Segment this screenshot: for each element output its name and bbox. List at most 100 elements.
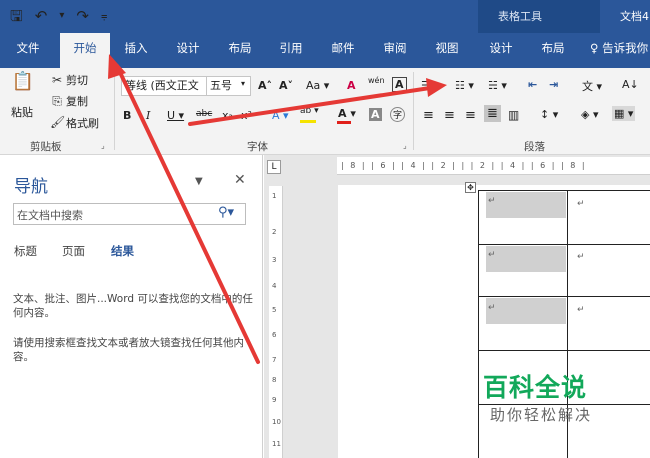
tab-layout[interactable]: 布局 [218, 33, 262, 68]
clipboard-group-label: 剪贴板 [30, 141, 62, 153]
format-painter-icon: 🖌 [50, 115, 66, 129]
phonetic-guide-button[interactable]: wén [368, 76, 385, 85]
paragraph-mark: ↵ [488, 303, 496, 313]
char-shading-button[interactable]: A [369, 108, 382, 121]
save-icon[interactable]: 🖫 [10, 6, 23, 26]
tab-references[interactable]: 引用 [269, 33, 313, 68]
font-name-combo[interactable]: 等线 (西文正文 [121, 76, 207, 96]
font-color-button[interactable]: A ▾ [338, 107, 356, 120]
paragraph-mark: ↵ [577, 199, 585, 209]
tab-headings[interactable]: 标题 [14, 243, 37, 259]
clipboard-launcher-icon[interactable]: ⌟ [101, 141, 105, 150]
vruler-number: 3 [272, 256, 277, 264]
enclose-char-button[interactable]: 字 [390, 107, 406, 122]
char-border-button[interactable]: A [392, 77, 407, 92]
vruler-number: 9 [272, 396, 277, 404]
shading-button[interactable]: ◈ ▾ [581, 108, 598, 121]
vruler-number: 11 [272, 440, 281, 448]
tab-mailings[interactable]: 邮件 [321, 33, 365, 68]
tab-table-design[interactable]: 设计 [479, 33, 523, 68]
increase-indent-button[interactable]: ⇥ [549, 78, 558, 91]
search-icon[interactable]: ⚲▾ [218, 205, 234, 220]
paragraph-mark: ↵ [577, 252, 585, 262]
undo-icon[interactable]: ↶ [35, 6, 48, 26]
vruler-number: 1 [272, 192, 277, 200]
tab-review[interactable]: 审阅 [373, 33, 417, 68]
distributed-button[interactable]: ▥ [508, 108, 519, 122]
vruler-number: 2 [272, 228, 277, 236]
font-color-bar [337, 121, 351, 124]
font-launcher-icon[interactable]: ⌟ [403, 141, 407, 150]
table-move-handle[interactable]: ✥ [465, 182, 476, 193]
watermark-subtitle: 助你轻松解决 [490, 406, 593, 424]
tab-results[interactable]: 结果 [111, 243, 134, 259]
line-spacing-button[interactable]: ↕ ▾ [540, 108, 558, 121]
paragraph-mark: ↵ [488, 196, 496, 206]
align-right-button[interactable]: ≡ [465, 108, 476, 123]
copy-button[interactable]: 复制 [66, 93, 88, 109]
format-painter-button[interactable]: 格式刷 [66, 115, 99, 131]
paste-icon[interactable]: 📋 [10, 73, 36, 96]
nav-help-text-2: 请使用搜索框查找文本或者放大镜查找任何其他内容。 [13, 337, 244, 363]
font-size-dropdown-icon[interactable]: ▾ [241, 79, 245, 88]
paste-button[interactable]: 粘贴 [11, 104, 33, 120]
nav-help-text-1: 文本、批注、图片...Word 可以查找您的文档中的任何内容。 [13, 293, 253, 319]
tab-selector[interactable]: L [267, 160, 281, 174]
text-effects-button[interactable]: A ▾ [272, 109, 289, 122]
nav-pane-title: 导航 [14, 177, 48, 197]
clear-format-button[interactable]: A [347, 79, 356, 92]
justify-button[interactable]: ≣ [484, 105, 501, 122]
table-border [478, 296, 650, 297]
borders-button[interactable]: ▦ ▾ [612, 106, 636, 121]
tab-pages[interactable]: 页面 [62, 243, 85, 259]
highlight-color-bar [300, 120, 316, 123]
tab-file[interactable]: 文件 [8, 33, 48, 68]
table-border [478, 244, 650, 245]
tab-view[interactable]: 视图 [425, 33, 469, 68]
vruler-number: 10 [272, 418, 281, 426]
quick-access-toolbar: 🖫 ↶ ▾ ↷ ⩦ [10, 6, 107, 26]
superscript-button[interactable]: x² [241, 109, 252, 122]
asian-layout-button[interactable]: 文 ▾ [582, 78, 602, 94]
align-center-button[interactable]: ≡ [444, 108, 455, 123]
grow-font-button[interactable]: A˄ [258, 79, 272, 92]
bullets-button[interactable]: ☰ ▾ [421, 79, 440, 92]
font-group-label: 字体 [247, 141, 268, 153]
multilevel-list-button[interactable]: ☵ ▾ [488, 79, 507, 92]
nav-options-icon[interactable]: ▼ [195, 176, 203, 187]
table-border [478, 190, 650, 191]
tab-insert[interactable]: 插入 [114, 33, 158, 68]
tell-me-box[interactable]: ♀ 告诉我你 [590, 33, 650, 68]
cut-button[interactable]: 剪切 [66, 72, 88, 88]
decrease-indent-button[interactable]: ⇤ [528, 78, 537, 91]
change-case-button[interactable]: Aa ▾ [306, 79, 329, 92]
table-cell-shaded [486, 246, 566, 272]
underline-button[interactable]: U ▾ [167, 109, 184, 122]
table-cell-shaded [486, 192, 566, 218]
group-separator [114, 72, 115, 150]
paragraph-group-label: 段落 [524, 141, 545, 153]
document-title: 文档4 [620, 10, 649, 23]
numbering-button[interactable]: ☷ ▾ [455, 79, 474, 92]
redo-icon[interactable]: ↷ [76, 6, 89, 26]
italic-button[interactable]: I [146, 109, 150, 122]
watermark-title: 百科全说 [483, 373, 588, 402]
table-cell-shaded [486, 298, 566, 324]
sort-button[interactable]: A↓ [622, 78, 639, 91]
tab-home[interactable]: 开始 [60, 33, 110, 68]
strikethrough-button[interactable]: abc [196, 109, 212, 119]
subscript-button[interactable]: x₂ [222, 109, 233, 122]
shrink-font-button[interactable]: A˅ [279, 79, 293, 92]
customize-qat-icon[interactable]: ⩦ [101, 6, 107, 26]
table-border [478, 190, 479, 458]
bold-button[interactable]: B [123, 109, 131, 122]
undo-dropdown-icon[interactable]: ▾ [59, 6, 64, 26]
close-icon[interactable]: ✕ [234, 172, 246, 188]
horizontal-ruler[interactable]: | 8 | | 6 | | 4 | | 2 | | | 2 | | 4 | | … [337, 157, 650, 175]
highlight-button[interactable]: ab ▾ [300, 106, 319, 116]
align-left-button[interactable]: ≡ [423, 108, 434, 123]
nav-search-input[interactable]: 在文档中搜索 [13, 203, 246, 225]
tab-table-layout[interactable]: 布局 [531, 33, 575, 68]
tab-design[interactable]: 设计 [166, 33, 210, 68]
cut-icon: ✂ [51, 73, 63, 87]
